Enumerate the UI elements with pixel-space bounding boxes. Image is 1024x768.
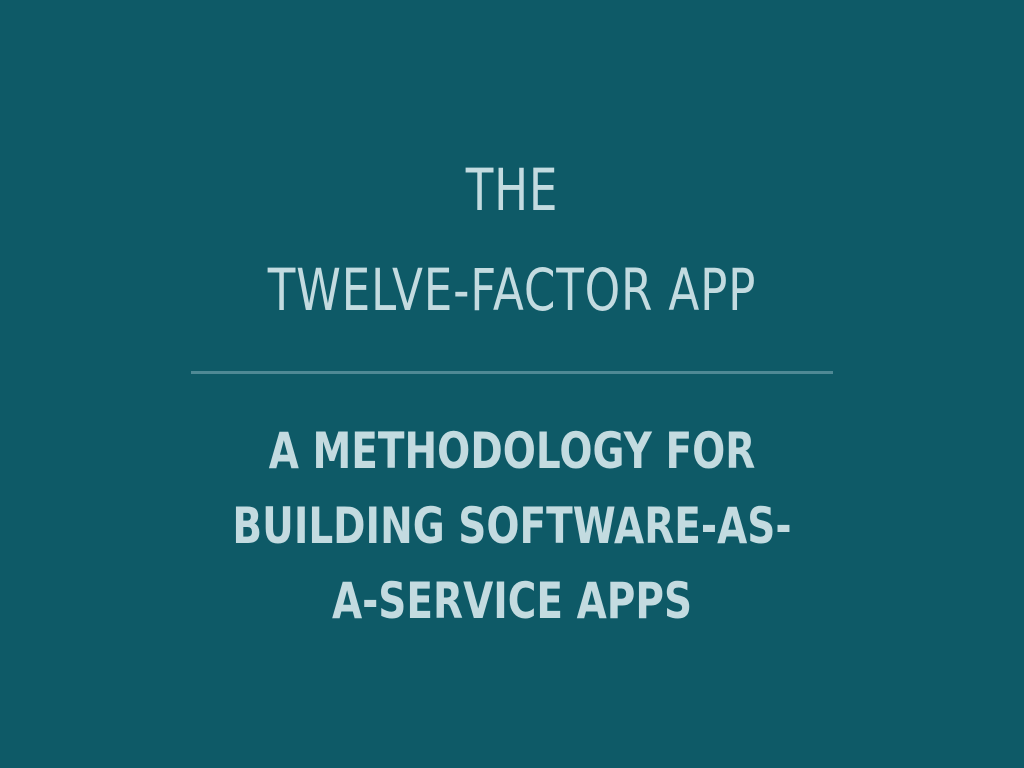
title-slide: THE TWELVE-FACTOR APP A METHODOLOGY FOR …: [0, 0, 1024, 768]
title-line-1: THE: [465, 156, 559, 224]
slide-subtitle: A METHODOLOGY FOR BUILDING SOFTWARE-AS- …: [0, 414, 1024, 639]
subtitle-line-3: A-SERVICE APPS: [331, 572, 693, 630]
subtitle-line-1: A METHODOLOGY FOR: [268, 422, 756, 480]
subtitle-line-2: BUILDING SOFTWARE-AS-: [232, 497, 792, 555]
title-divider: [191, 371, 833, 374]
title-line-2: TWELVE-FACTOR APP: [267, 256, 757, 324]
slide-title: THE TWELVE-FACTOR APP: [0, 140, 1024, 340]
